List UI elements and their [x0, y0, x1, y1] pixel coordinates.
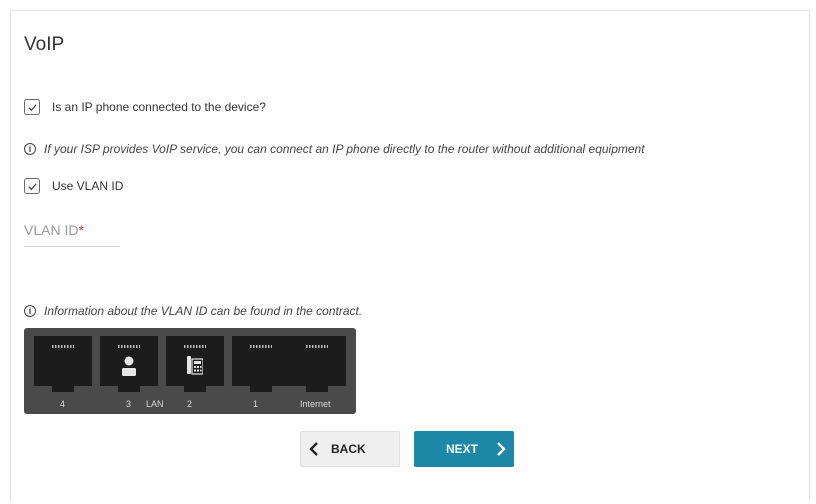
vlan-info-text: Information about the VLAN ID can be fou… — [44, 304, 363, 318]
port-2 — [166, 336, 224, 392]
use-vlan-checkbox-label: Use VLAN ID — [52, 179, 124, 193]
info-icon: i — [24, 305, 36, 317]
chevron-right-icon — [497, 442, 506, 456]
port-labels: 4 3 LAN 2 1 Internet — [24, 399, 356, 411]
isp-info-row: i If your ISP provides VoIP service, you… — [24, 142, 645, 156]
port-4 — [34, 336, 92, 392]
vlan-id-input-underline[interactable] — [24, 246, 120, 247]
port-3 — [100, 336, 158, 392]
page-title: VoIP — [24, 34, 65, 55]
vlan-checkbox-row[interactable]: Use VLAN ID — [24, 178, 123, 194]
check-icon — [27, 182, 37, 190]
port-label-lan: LAN — [146, 399, 164, 409]
port-label-2: 2 — [187, 399, 193, 409]
check-icon — [27, 103, 37, 111]
port-label-4: 4 — [60, 399, 66, 409]
required-mark: * — [78, 222, 84, 238]
next-button[interactable]: NEXT — [414, 431, 514, 467]
port-label-3: 3 — [126, 399, 132, 409]
back-button-label: BACK — [331, 442, 366, 456]
port-1 — [232, 336, 290, 392]
ip-phone-checkbox-label: Is an IP phone connected to the device? — [52, 100, 266, 114]
next-button-label: NEXT — [446, 442, 479, 456]
port-internet — [288, 336, 346, 392]
use-vlan-checkbox[interactable] — [24, 178, 40, 194]
phone-icon — [187, 356, 203, 375]
info-icon: i — [24, 143, 36, 155]
voip-panel — [10, 10, 810, 500]
port-diagram: 4 3 LAN 2 1 Internet — [24, 328, 356, 414]
port-label-internet: Internet — [300, 399, 331, 409]
back-button[interactable]: BACK — [300, 431, 400, 467]
port-label-1: 1 — [253, 399, 259, 409]
ip-phone-checkbox[interactable] — [24, 99, 40, 115]
vlan-id-field[interactable]: VLAN ID* — [24, 222, 120, 247]
vlan-info-row: i Information about the VLAN ID can be f… — [24, 304, 362, 318]
vlan-id-label: VLAN ID* — [24, 222, 84, 238]
isp-info-text: If your ISP provides VoIP service, you c… — [44, 142, 645, 156]
ip-phone-checkbox-row[interactable]: Is an IP phone connected to the device? — [24, 99, 266, 115]
person-icon — [122, 356, 136, 376]
chevron-left-icon — [309, 442, 318, 456]
